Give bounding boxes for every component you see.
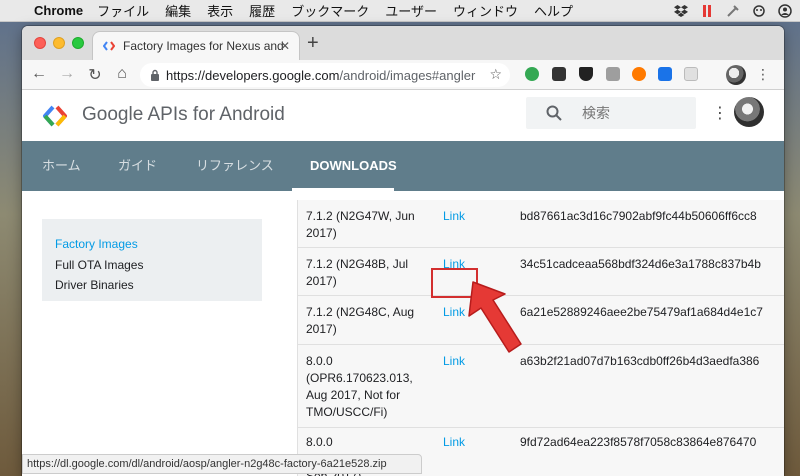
tab-home[interactable]: ホーム <box>42 141 81 191</box>
search-icon <box>546 105 562 121</box>
active-tab-indicator <box>292 188 394 191</box>
user-icon[interactable] <box>778 4 792 18</box>
menu-edit[interactable]: 編集 <box>165 1 191 20</box>
download-link[interactable]: Link <box>443 353 465 370</box>
home-icon[interactable]: ⌂ <box>113 65 131 83</box>
table-row: 7.1.2 (N2G47W, Jun 2017) Link bd87661ac3… <box>298 200 784 248</box>
forward-arrow-icon[interactable]: → <box>58 65 76 83</box>
menu-bookmarks[interactable]: ブックマーク <box>291 1 369 20</box>
dropbox-icon[interactable] <box>674 4 688 18</box>
table-row: 7.1.2 (N2G48C, Aug 2017) Link 6a21e52889… <box>298 296 784 345</box>
google-developers-favicon <box>103 41 115 51</box>
checksum-cell: 6a21e52889246aee2be75479af1a684d4e1c7 <box>520 305 763 319</box>
browser-window: Factory Images for Nexus and P ✕ + ← → ↻… <box>22 26 784 476</box>
menu-view[interactable]: 表示 <box>207 1 233 20</box>
reload-icon[interactable]: ↻ <box>86 65 104 85</box>
site-search[interactable] <box>526 97 696 129</box>
extension-layers-icon[interactable] <box>552 67 566 81</box>
site-title[interactable]: Google APIs for Android <box>82 104 285 126</box>
menu-help[interactable]: ヘルプ <box>534 1 573 20</box>
google-developers-logo[interactable] <box>42 103 68 129</box>
tab-guides[interactable]: ガイド <box>118 141 157 191</box>
zoom-window-button[interactable] <box>72 37 84 49</box>
checksum-cell: 9fd72ad64ea223f8578f7058c83864e876470 <box>520 435 757 449</box>
extension-note-icon[interactable] <box>684 67 698 81</box>
site-header: Google APIs for Android ⋮ <box>22 91 784 141</box>
version-cell: 8.0.0 (OPR6.170623.013, Aug 2017, Not fo… <box>306 354 413 419</box>
macos-menubar: Chrome ファイル 編集 表示 履歴 ブックマーク ユーザー ウィンドウ ヘ… <box>0 0 800 22</box>
url-path: /android/images#angler <box>339 67 476 83</box>
site-menu-icon[interactable]: ⋮ <box>712 103 728 123</box>
bookmark-star-icon[interactable]: ☆ <box>489 66 502 83</box>
top-navigation: ホーム ガイド リファレンス DOWNLOADS <box>22 141 784 191</box>
browser-toolbar: ← → ↻ ⌂ https://developers.google.com/an… <box>22 60 784 90</box>
checksum-cell: a63b2f21ad07d7b163cdb0ff26b4d3aedfa386 <box>520 354 760 368</box>
address-bar[interactable]: https://developers.google.com/android/im… <box>140 63 510 87</box>
back-arrow-icon[interactable]: ← <box>30 65 48 83</box>
extension-check-icon[interactable] <box>658 67 672 81</box>
pause-icon[interactable] <box>700 4 714 18</box>
profile-avatar[interactable] <box>726 65 746 85</box>
status-bar-url: https://dl.google.com/dl/android/aosp/an… <box>22 454 422 474</box>
pocket-icon[interactable] <box>579 67 593 81</box>
checksum-cell: 34c51cadceaa568bdf324d6e3a1788c837b4b <box>520 257 761 271</box>
browser-menu-icon[interactable]: ⋮ <box>756 66 770 83</box>
search-input[interactable] <box>582 105 682 121</box>
tab-close-icon[interactable]: ✕ <box>280 39 290 53</box>
red-arrow-icon <box>468 281 522 353</box>
web-page: Google APIs for Android ⋮ ホーム ガイド リファレンス… <box>22 91 784 476</box>
menubar-app-name[interactable]: Chrome <box>34 3 83 18</box>
menu-file[interactable]: ファイル <box>97 1 149 20</box>
version-cell: 7.1.2 (N2G48C, Aug 2017) <box>306 305 415 336</box>
tab-title: Factory Images for Nexus and P <box>123 39 283 53</box>
tools-icon[interactable] <box>726 4 740 18</box>
extension-green-icon[interactable] <box>525 67 539 81</box>
browser-tab[interactable]: Factory Images for Nexus and P ✕ <box>92 31 300 60</box>
side-navigation: Factory Images Full OTA Images Driver Bi… <box>42 219 262 301</box>
table-row: 8.0.0 (OPR6.170623.013, Aug 2017, Not fo… <box>298 345 784 428</box>
account-avatar[interactable] <box>734 97 764 127</box>
download-link[interactable]: Link <box>443 208 465 225</box>
table-row: 7.1.2 (N2G48B, Jul 2017) Link 34c51cadce… <box>298 248 784 296</box>
menu-history[interactable]: 履歴 <box>249 1 275 20</box>
lock-icon <box>151 69 159 81</box>
version-cell: 7.1.2 (N2G48B, Jul 2017) <box>306 257 409 288</box>
sidebar-item-driver-binaries[interactable]: Driver Binaries <box>55 275 262 296</box>
sidebar-item-factory-images[interactable]: Factory Images <box>55 234 262 255</box>
minimize-window-button[interactable] <box>53 37 65 49</box>
version-cell: 7.1.2 (N2G47W, Jun 2017) <box>306 209 415 240</box>
menu-people[interactable]: ユーザー <box>385 1 437 20</box>
new-tab-button[interactable]: + <box>307 32 319 55</box>
sidebar-item-full-ota-images[interactable]: Full OTA Images <box>55 255 262 276</box>
url-host: https://developers.google.com <box>166 67 340 83</box>
factory-images-table: 7.1.2 (N2G47W, Jun 2017) Link bd87661ac3… <box>297 200 784 476</box>
extension-orange-icon[interactable] <box>632 67 646 81</box>
checksum-cell: bd87661ac3d16c7902abf9fc44b50606ff6cc8 <box>520 209 757 223</box>
tab-reference[interactable]: リファレンス <box>196 141 274 191</box>
extension-doc-icon[interactable] <box>606 67 620 81</box>
sync-icon[interactable] <box>752 4 766 18</box>
download-link[interactable]: Link <box>443 434 465 451</box>
menu-window[interactable]: ウィンドウ <box>453 1 518 20</box>
download-link-n2g48c[interactable]: Link <box>443 304 465 321</box>
close-window-button[interactable] <box>34 37 46 49</box>
tab-downloads[interactable]: DOWNLOADS <box>310 141 397 191</box>
tab-strip: Factory Images for Nexus and P ✕ + <box>22 26 784 60</box>
